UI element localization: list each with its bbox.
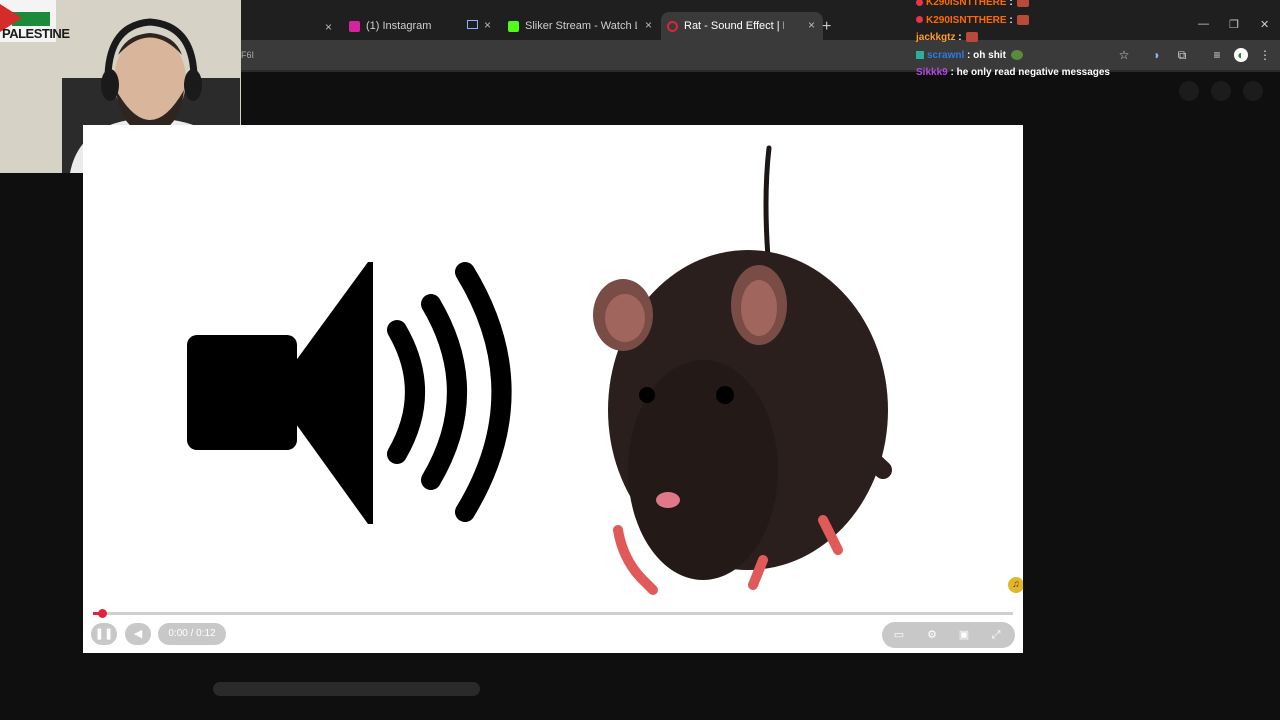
chat-username: jackkgtz [916, 32, 956, 43]
speaker-sound-icon [187, 262, 512, 524]
chat-emote-icon [1010, 49, 1023, 60]
chat-message: K290ISNTTHERE : [916, 12, 1156, 30]
tab-rat-sound-effect[interactable]: Rat - Sound Effect | ProSou × [661, 12, 823, 40]
chat-username: Sikkk9 [916, 67, 948, 78]
chat-username: scrawnl [927, 49, 965, 61]
tab-label: Sliker Stream - Watch Live on K [525, 20, 637, 32]
chat-message: Sikkk9 : he only read negative messages [916, 67, 1110, 78]
tab-kick-stream[interactable]: Sliker Stream - Watch Live on K × [502, 12, 660, 40]
page-bottom-bar [213, 682, 480, 696]
pause-button[interactable]: ❚❚ [91, 623, 117, 645]
recording-icon [667, 20, 678, 32]
tab-close-icon[interactable]: × [645, 18, 652, 32]
subtitles-icon[interactable]: ▭ [892, 628, 906, 642]
fullscreen-icon[interactable]: ⤢ [989, 628, 1003, 642]
chat-message: jackkgtz : [916, 29, 1156, 47]
video-progress-bar[interactable] [93, 609, 1013, 618]
tab-close-icon[interactable]: × [484, 18, 491, 32]
pause-icon: ❚❚ [94, 628, 114, 640]
theater-mode-icon[interactable]: ▣ [957, 628, 971, 642]
volume-button[interactable]: ◀ [125, 623, 151, 645]
volume-icon: ◀ [133, 628, 143, 640]
kick-icon [508, 20, 519, 32]
tab-label: Rat - Sound Effect | ProSou [684, 20, 784, 32]
profile-avatar-icon[interactable]: ◐ [1234, 48, 1248, 62]
chat-username: K290ISNTTHERE [926, 14, 1007, 26]
address-bar-text[interactable]: F6I [241, 50, 254, 60]
chat-emote-icon [1017, 0, 1030, 8]
stream-chat-overlay: K290ISNTTHERE : K290ISNTTHERE : jackkgtz… [916, 0, 1156, 82]
restore-icon[interactable]: ❐ [1229, 18, 1239, 31]
page-action-button[interactable] [1211, 81, 1231, 101]
chat-message: K290ISNTTHERE : [916, 0, 1156, 12]
instagram-icon [349, 20, 360, 32]
page-action-button[interactable] [1243, 81, 1263, 101]
tab-close-icon[interactable]: × [325, 20, 332, 34]
chat-badge-icon [916, 50, 924, 59]
tab-instagram[interactable]: (1) Instagram × [343, 12, 499, 40]
chat-badge-icon [916, 16, 923, 24]
music-note-icon: ♫ [1008, 577, 1023, 593]
tab-close-icon[interactable]: × [808, 18, 815, 32]
time-display: 0:00 / 0:12 [158, 623, 226, 645]
settings-gear-icon[interactable]: ⚙ [925, 628, 939, 642]
close-window-icon[interactable]: ✕ [1260, 18, 1269, 31]
chat-text: oh shit [973, 49, 1006, 61]
progress-scrubber[interactable] [98, 609, 108, 618]
chat-emote-icon [1017, 14, 1030, 25]
right-controls: ▭ ⚙ ▣ ⤢ [882, 622, 1015, 648]
chat-text: he only read negative messages [956, 67, 1110, 78]
chat-emote-icon [966, 32, 979, 43]
chat-message: scrawnl : oh shit [916, 47, 1156, 65]
chat-username: K290ISNTTHERE [926, 0, 1007, 8]
minimize-icon[interactable]: — [1198, 18, 1209, 30]
rat-image [593, 145, 892, 595]
page-action-button[interactable] [1179, 81, 1199, 101]
menu-kebab-icon[interactable]: ⋮ [1258, 48, 1272, 62]
chat-badge-icon [916, 0, 923, 6]
new-tab-button[interactable]: + [822, 18, 831, 36]
screen-share-icon [467, 20, 478, 29]
video-player[interactable]: ♫ ❚❚ ◀ 0:00 / 0:12 ▭ ⚙ ▣ ⤢ [83, 125, 1023, 653]
tab-label: (1) Instagram [366, 20, 432, 32]
media-controls-icon[interactable]: ≡ [1210, 48, 1224, 62]
extensions-icon[interactable]: ⧉ [1175, 48, 1189, 62]
